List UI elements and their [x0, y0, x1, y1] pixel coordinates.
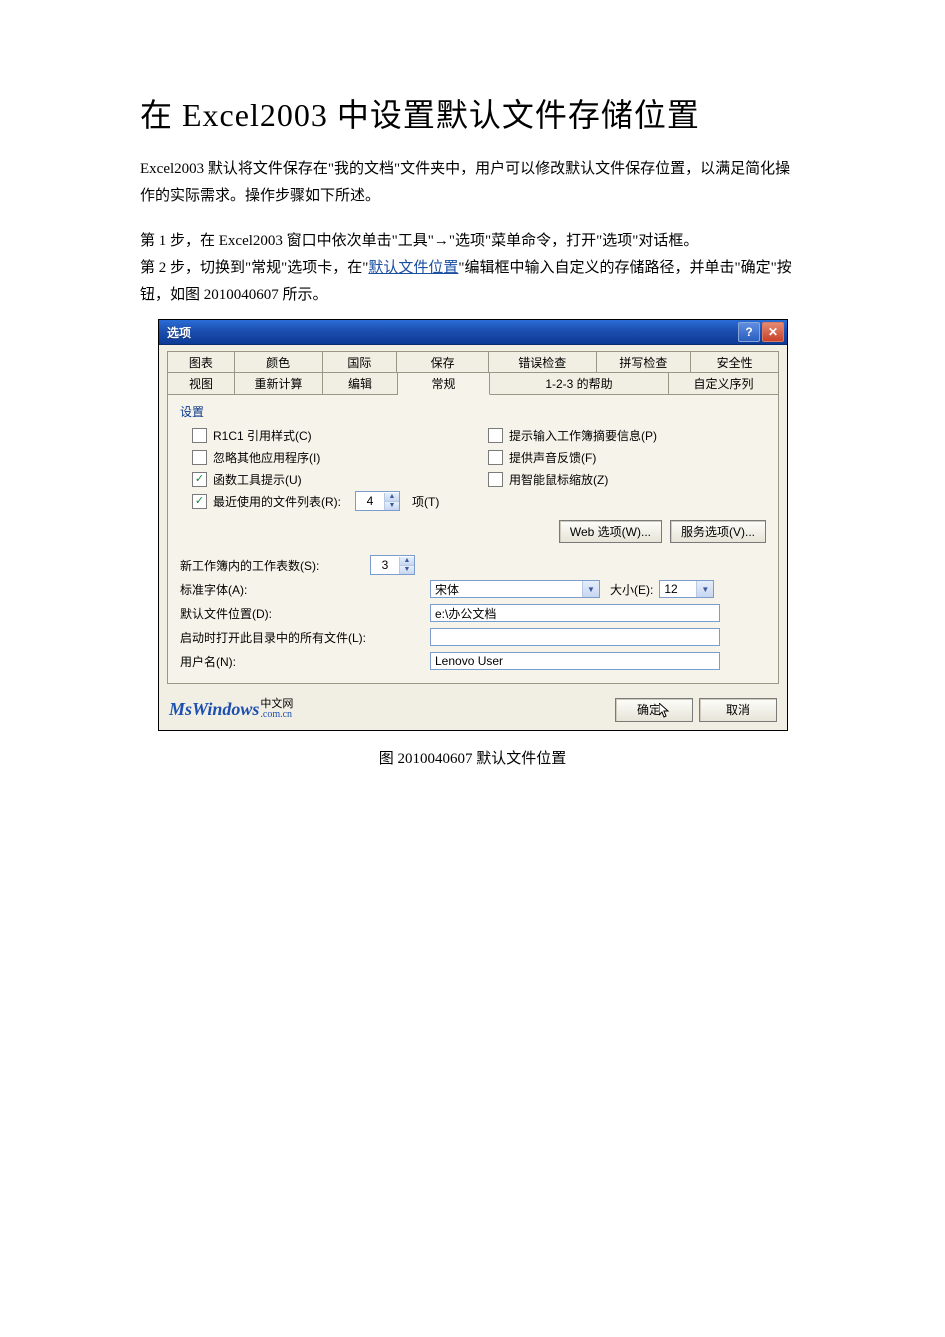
spinner-up-icon[interactable]: ▲: [400, 557, 414, 566]
tab-save[interactable]: 保存: [397, 351, 489, 373]
size-label: 大小(E):: [610, 581, 653, 598]
dialog-title: 选项: [167, 324, 736, 341]
tab-view[interactable]: 视图: [167, 372, 235, 395]
check-recent-files[interactable]: 最近使用的文件列表(R): ▲ ▼ 项(T): [180, 490, 458, 512]
tab-customlists[interactable]: 自定义序列: [669, 372, 779, 395]
checkbox-icon[interactable]: [192, 450, 207, 465]
checkbox-icon[interactable]: [488, 450, 503, 465]
checkbox-icon[interactable]: [192, 428, 207, 443]
figure-caption: 图 2010040607 默认文件位置: [140, 747, 805, 768]
username-label: 用户名(N):: [180, 653, 370, 670]
cancel-button[interactable]: 取消: [699, 698, 777, 722]
username-input[interactable]: [430, 652, 720, 670]
check-summary-info[interactable]: 提示输入工作簿摘要信息(P): [488, 424, 766, 446]
check-intellimouse-zoom[interactable]: 用智能鼠标缩放(Z): [488, 468, 766, 490]
tab-errorcheck[interactable]: 错误检查: [489, 351, 597, 373]
tab-panel-general: 设置 R1C1 引用样式(C) 忽略其他应用程序(I): [167, 395, 779, 684]
tab-security[interactable]: 安全性: [691, 351, 779, 373]
checkbox-icon[interactable]: [192, 494, 207, 509]
checkbox-icon[interactable]: [488, 428, 503, 443]
check-function-tooltips[interactable]: 函数工具提示(U): [180, 468, 458, 490]
sheets-label: 新工作簿内的工作表数(S):: [180, 557, 370, 574]
cursor-icon: [659, 703, 671, 719]
tab-intl[interactable]: 国际: [323, 351, 398, 373]
web-options-button[interactable]: Web 选项(W)...: [559, 520, 662, 543]
tab-spellcheck[interactable]: 拼写检查: [597, 351, 692, 373]
highlighted-term: 默认文件位置: [368, 260, 458, 276]
chevron-down-icon[interactable]: ▼: [696, 581, 713, 597]
check-r1c1[interactable]: R1C1 引用样式(C): [180, 424, 458, 446]
check-ignore-other-apps[interactable]: 忽略其他应用程序(I): [180, 446, 458, 468]
tab-general[interactable]: 常规: [398, 372, 490, 395]
tab-edit[interactable]: 编辑: [323, 372, 398, 395]
sheets-input[interactable]: [371, 558, 399, 572]
step-2: 第 2 步，切换到"常规"选项卡，在"默认文件位置"编辑框中输入自定义的存储路径…: [140, 255, 805, 309]
startup-input[interactable]: [430, 628, 720, 646]
page-title: 在 Excel2003 中设置默认文件存储位置: [140, 90, 805, 136]
check-sound-feedback[interactable]: 提供声音反馈(F): [488, 446, 766, 468]
font-label: 标准字体(A):: [180, 581, 370, 598]
tab-color[interactable]: 颜色: [235, 351, 323, 373]
service-options-button[interactable]: 服务选项(V)...: [670, 520, 766, 543]
default-path-input[interactable]: [430, 604, 720, 622]
watermark-logo: MsWindows 中文网 .com.cn: [169, 699, 293, 720]
settings-section-label: 设置: [180, 403, 766, 420]
tab-123help[interactable]: 1-2-3 的帮助: [490, 372, 669, 395]
intro-paragraph: Excel2003 默认将文件保存在"我的文档"文件夹中，用户可以修改默认文件保…: [140, 156, 805, 210]
spinner-down-icon[interactable]: ▼: [385, 502, 399, 510]
default-path-label: 默认文件位置(D):: [180, 605, 370, 622]
step-1: 第 1 步，在 Excel2003 窗口中依次单击"工具"→"选项"菜单命令，打…: [140, 228, 805, 255]
help-button[interactable]: ?: [738, 322, 760, 342]
tab-chart[interactable]: 图表: [167, 351, 235, 373]
tab-recalc[interactable]: 重新计算: [235, 372, 323, 395]
ok-button[interactable]: 确定: [615, 698, 693, 722]
recent-files-input[interactable]: [356, 494, 384, 508]
spinner-down-icon[interactable]: ▼: [400, 566, 414, 574]
close-button[interactable]: ✕: [762, 322, 784, 342]
sheets-spinner[interactable]: ▲ ▼: [370, 555, 415, 575]
checkbox-icon[interactable]: [488, 472, 503, 487]
tab-row-1: 图表 颜色 国际 保存 错误检查 拼写检查 安全性: [167, 351, 779, 373]
checkbox-icon[interactable]: [192, 472, 207, 487]
options-dialog: 选项 ? ✕ 图表 颜色 国际 保存 错误检查 拼写检查 安全性 视图: [158, 319, 788, 731]
chevron-down-icon[interactable]: ▼: [582, 581, 599, 597]
size-select[interactable]: 12 ▼: [659, 580, 714, 598]
spinner-up-icon[interactable]: ▲: [385, 493, 399, 502]
dialog-titlebar[interactable]: 选项 ? ✕: [159, 320, 787, 345]
recent-files-spinner[interactable]: ▲ ▼: [355, 491, 400, 511]
startup-label: 启动时打开此目录中的所有文件(L):: [180, 629, 430, 646]
font-select[interactable]: 宋体 ▼: [430, 580, 600, 598]
tab-row-2: 视图 重新计算 编辑 常规 1-2-3 的帮助 自定义序列: [167, 372, 779, 395]
